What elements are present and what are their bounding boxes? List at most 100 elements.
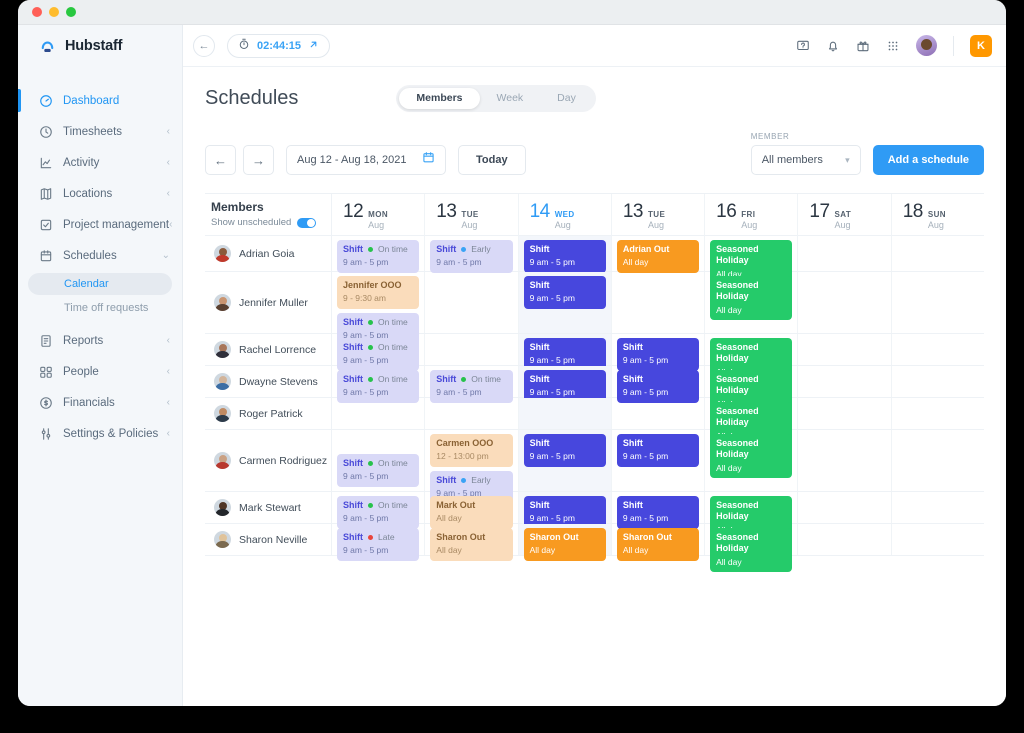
schedule-event[interactable]: Sharon Out All day <box>430 528 513 561</box>
schedule-cell[interactable] <box>892 430 984 491</box>
member-cell[interactable]: Sharon Neville <box>205 524 332 555</box>
schedule-event[interactable]: Sharon Out All day <box>523 528 606 561</box>
sidebar-item-schedules[interactable]: Schedules ⌄ <box>18 240 182 271</box>
schedule-event[interactable]: Shift On time 9 am - 5 pm <box>337 240 420 273</box>
schedule-cell[interactable]: Sharon Out All day <box>518 524 612 561</box>
schedule-cell[interactable]: Seasoned HolidayAll day <box>705 492 799 541</box>
member-cell[interactable]: Dwayne Stevens <box>205 366 332 397</box>
schedule-cell[interactable]: Sharon Out All day <box>425 524 519 561</box>
add-schedule-button[interactable]: Add a schedule <box>872 145 984 175</box>
sidebar-item-people[interactable]: People ‹ <box>18 356 182 387</box>
collapse-sidebar-button[interactable]: ← <box>193 34 215 57</box>
schedule-cell[interactable] <box>425 398 519 429</box>
show-unscheduled-toggle[interactable] <box>297 217 317 228</box>
schedule-cell[interactable]: Shift 9 am - 5 pm <box>518 272 612 333</box>
schedule-cell[interactable]: Shift Early 9 am - 5 pm <box>425 236 519 273</box>
member-cell[interactable]: Adrian Goia <box>205 236 332 271</box>
brand-logo-area[interactable]: Hubstaff <box>18 25 182 67</box>
schedule-cell[interactable]: Shift 9 am - 5 pm <box>612 492 706 529</box>
schedule-event[interactable]: Sharon Out All day <box>616 528 700 561</box>
sidebar-subitem-time-off-requests[interactable]: Time off requests <box>28 297 172 319</box>
schedule-event[interactable]: Shift Late 9 am - 5 pm <box>337 528 420 561</box>
sidebar-item-timesheets[interactable]: Timesheets ‹ <box>18 116 182 147</box>
day-header-17-sat[interactable]: 17 SAT Aug <box>798 194 892 236</box>
member-cell[interactable]: Mark Stewart <box>205 492 332 523</box>
previous-week-button[interactable]: ← <box>205 145 236 175</box>
schedule-cell[interactable]: Shift On time 9 am - 5 pm <box>425 366 519 403</box>
schedule-cell[interactable]: Seasoned HolidayAll day <box>705 272 799 333</box>
day-header-14-wed[interactable]: 14 WED Aug <box>518 194 612 236</box>
schedule-cell[interactable]: Seasoned HolidayAll day <box>705 398 799 447</box>
schedule-cell[interactable] <box>612 398 706 429</box>
member-filter-select[interactable]: All members ▾ <box>750 145 861 175</box>
schedule-cell[interactable]: Shift 9 am - 5 pm <box>518 430 612 491</box>
gift-icon[interactable] <box>856 39 870 53</box>
schedule-event[interactable]: Seasoned Holiday All day <box>710 434 793 479</box>
apps-grid-icon[interactable] <box>886 39 900 53</box>
schedule-cell[interactable] <box>892 272 984 333</box>
schedule-cell[interactable]: Adrian Out All day <box>612 236 706 273</box>
schedule-cell[interactable]: Mark Out All day <box>425 492 519 529</box>
schedule-cell[interactable]: Sharon Out All day <box>612 524 706 561</box>
maximize-window-button[interactable] <box>66 7 76 17</box>
schedule-event[interactable]: Shift Early 9 am - 5 pm <box>430 240 513 273</box>
day-header-16-fri[interactable]: 16 FRI Aug <box>705 194 799 236</box>
member-cell[interactable]: Carmen Rodriguez <box>205 430 332 491</box>
sidebar-item-reports[interactable]: Reports ‹ <box>18 325 182 356</box>
tab-members[interactable]: Members <box>399 88 480 109</box>
member-cell[interactable]: Rachel Lorrence <box>205 334 332 365</box>
schedule-cell[interactable] <box>892 398 984 429</box>
tab-week[interactable]: Week <box>480 88 541 109</box>
schedule-event[interactable]: Seasoned Holiday All day <box>710 276 793 321</box>
schedule-cell[interactable] <box>798 272 892 333</box>
help-icon[interactable] <box>796 39 810 53</box>
schedule-cell[interactable]: Shift On time 9 am - 5 pm <box>332 334 426 371</box>
schedule-cell[interactable]: Seasoned HolidayAll day <box>705 236 799 285</box>
schedule-event[interactable]: Shift 9 am - 5 pm <box>616 434 700 467</box>
schedule-cell[interactable] <box>798 492 892 523</box>
schedule-cell[interactable]: Jennifer OOO 9 - 9:30 am Shift On time 9 am … <box>332 272 426 346</box>
schedule-cell[interactable] <box>798 398 892 429</box>
day-header-12-mon[interactable]: 12 MON Aug <box>332 194 426 236</box>
schedule-cell[interactable] <box>798 236 892 271</box>
schedule-cell[interactable] <box>892 236 984 271</box>
schedule-cell[interactable]: Shift 9 am - 5 pm <box>518 236 612 273</box>
schedule-cell[interactable]: Shift 9 am - 5 pm <box>518 366 612 403</box>
schedule-event[interactable]: Shift 9 am - 5 pm <box>523 434 606 467</box>
schedule-cell[interactable] <box>892 366 984 397</box>
schedule-cell[interactable]: Seasoned HolidayAll day <box>705 524 799 573</box>
schedule-event[interactable]: Shift 9 am - 5 pm <box>523 276 606 309</box>
schedule-event[interactable]: Shift 9 am - 5 pm <box>523 240 606 273</box>
schedule-cell[interactable] <box>798 366 892 397</box>
user-avatar[interactable] <box>916 35 937 56</box>
schedule-cell[interactable]: Shift On time 9 am - 5 pm <box>332 492 426 529</box>
schedule-cell[interactable] <box>425 272 519 333</box>
sidebar-item-project-management[interactable]: Project management ‹ <box>18 209 182 240</box>
schedule-cell[interactable] <box>612 272 706 333</box>
minimize-window-button[interactable] <box>49 7 59 17</box>
schedule-cell[interactable]: Shift 9 am - 5 pm <box>518 492 612 529</box>
schedule-cell[interactable]: Shift 9 am - 5 pm <box>612 430 706 491</box>
schedule-cell[interactable]: Shift 9 am - 5 pm <box>612 334 706 371</box>
sidebar-item-dashboard[interactable]: Dashboard <box>18 85 182 116</box>
sidebar-item-settings-and-policies[interactable]: Settings & Policies ‹ <box>18 418 182 449</box>
schedule-event[interactable]: Adrian Out All day <box>616 240 700 273</box>
tab-day[interactable]: Day <box>540 88 593 109</box>
schedule-cell[interactable]: Seasoned HolidayAll day <box>705 366 799 415</box>
day-header-18-sun[interactable]: 18 SUN Aug <box>891 194 984 236</box>
day-header-13-tue[interactable]: 13 TUE Aug <box>425 194 519 236</box>
schedule-cell[interactable]: Shift On time 9 am - 5 pm <box>332 236 426 273</box>
schedule-cell[interactable] <box>425 334 519 365</box>
schedule-cell[interactable] <box>798 430 892 491</box>
account-badge[interactable]: K <box>970 34 992 57</box>
timer-widget[interactable]: 02:44:15 <box>227 33 331 58</box>
sidebar-item-locations[interactable]: Locations ‹ <box>18 178 182 209</box>
member-cell[interactable]: Roger Patrick <box>205 398 332 429</box>
schedule-cell[interactable]: Shift 9 am - 5 pm <box>612 366 706 403</box>
schedule-cell[interactable] <box>518 398 612 429</box>
schedule-cell[interactable]: Shift 9 am - 5 pm <box>518 334 612 371</box>
schedule-event[interactable]: Seasoned Holiday All day <box>710 528 793 573</box>
schedule-cell[interactable]: Seasoned HolidayAll day <box>705 334 799 383</box>
schedule-cell[interactable]: Shift On time 9 am - 5 pm <box>332 430 426 491</box>
day-header-13-tue[interactable]: 13 TUE Aug <box>611 194 706 236</box>
